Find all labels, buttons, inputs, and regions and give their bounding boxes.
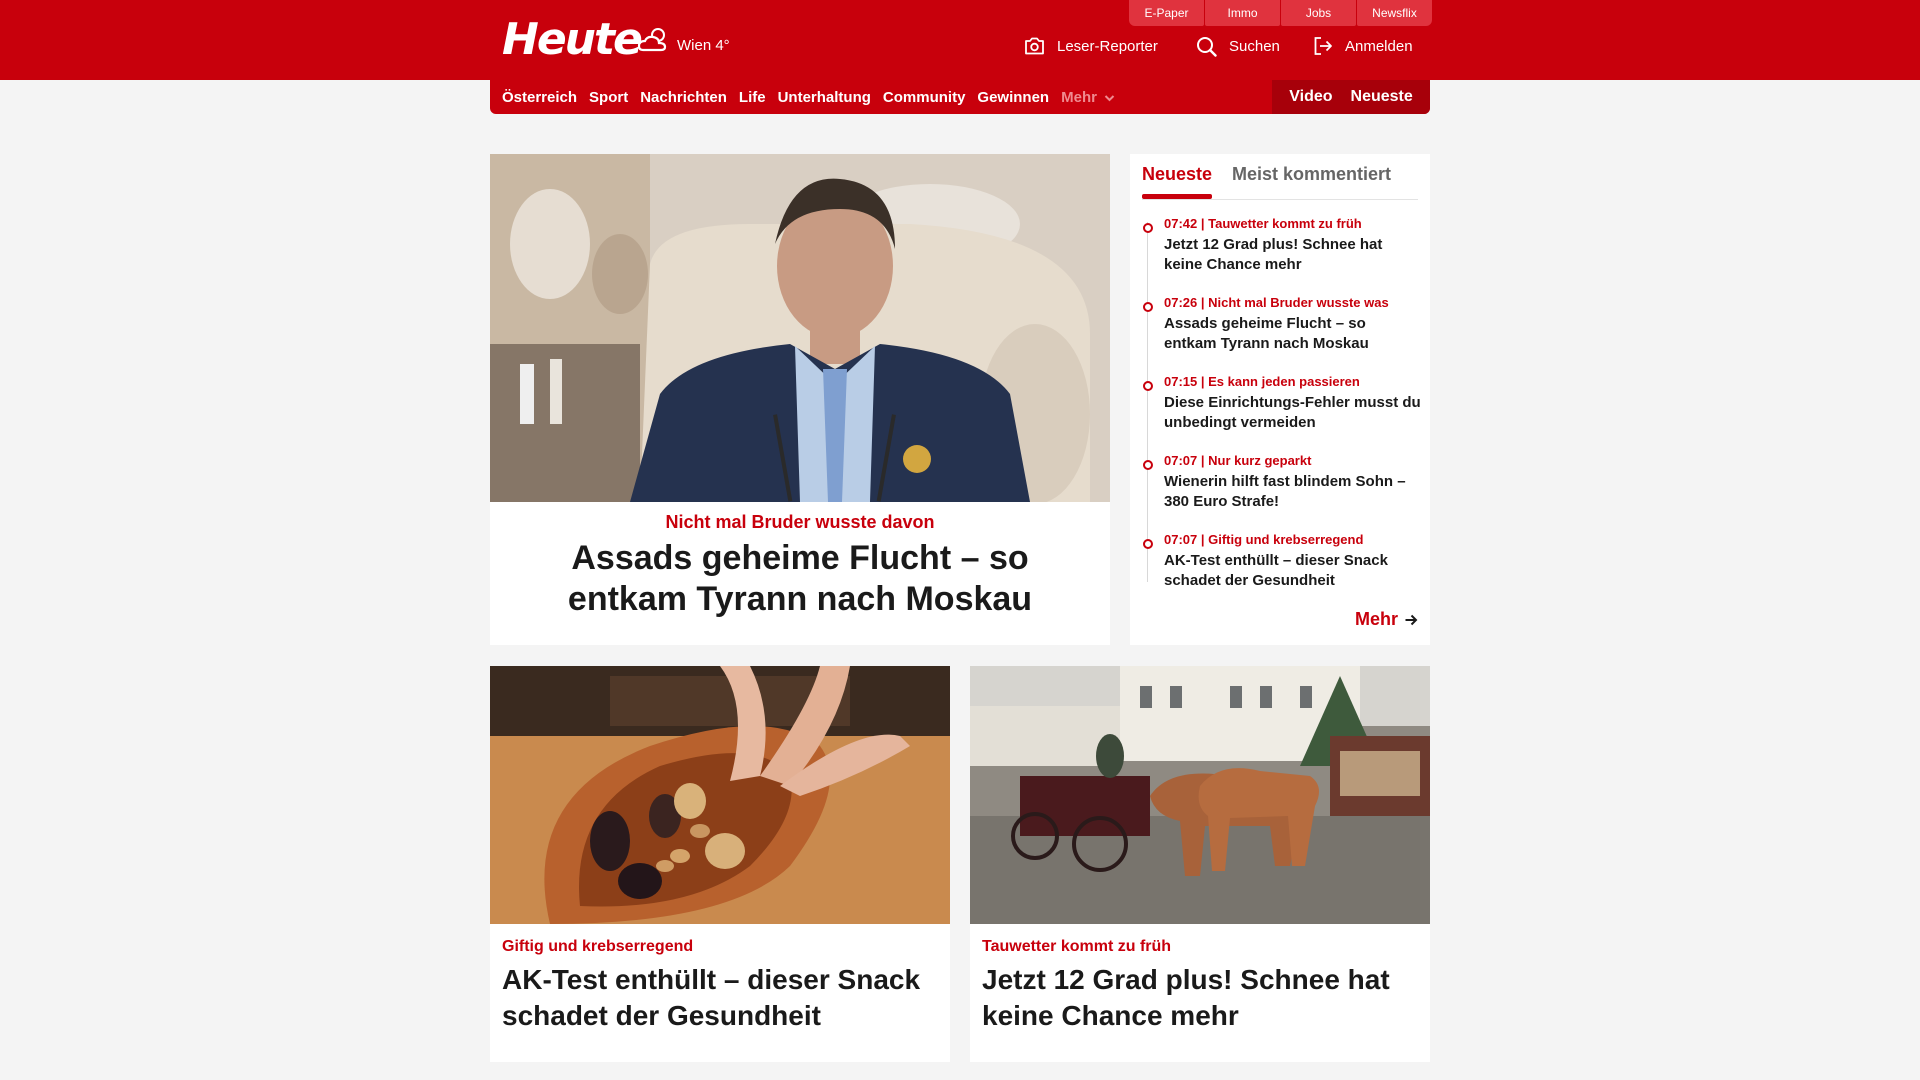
teaser-image-weather[interactable] <box>970 666 1430 924</box>
login-icon <box>1314 37 1332 55</box>
login-label: Anmelden <box>1345 37 1413 55</box>
weather-label[interactable]: Wien 4° <box>677 37 730 54</box>
news-item-title: AK-Test enthüllt – dieser Snack schadet … <box>1164 552 1388 589</box>
chevron-down-icon <box>1104 94 1115 101</box>
timeline-dot <box>1143 539 1153 549</box>
arrow-right-icon <box>1405 614 1418 625</box>
snack-photo-illustration <box>490 666 950 924</box>
nav-item-gewinnen[interactable]: Gewinnen <box>977 89 1049 106</box>
site-header: Heute Wien 4° E-Paper Immo Jobs Newsflix… <box>0 0 1920 80</box>
teaser-headline[interactable]: AK-Test enthüllt – dieser Snack schadet … <box>502 962 938 1034</box>
nav-highlight-box: Video Neueste <box>1272 80 1430 114</box>
service-bar: E-Paper Immo Jobs Newsflix <box>1129 0 1432 26</box>
login-link[interactable]: Anmelden <box>1313 34 1413 58</box>
timeline-dot <box>1143 223 1153 233</box>
hero-article[interactable]: Nicht mal Bruder wusste davon Assads geh… <box>490 154 1110 645</box>
tab-neueste[interactable]: Neueste <box>1142 164 1212 185</box>
nav-item-video[interactable]: Video <box>1289 88 1332 106</box>
search-link[interactable]: Suchen <box>1196 34 1280 58</box>
site-logo[interactable]: Heute <box>502 14 643 65</box>
teaser-kicker[interactable]: Tauwetter kommt zu früh <box>982 938 1171 956</box>
teaser-card-snack[interactable]: Giftig und krebserregend AK-Test enthüll… <box>490 666 950 1062</box>
nav-item-oesterreich[interactable]: Österreich <box>502 89 577 106</box>
hero-photo-illustration <box>490 154 1110 502</box>
sidebar-tabs: Neueste Meist kommentiert <box>1142 154 1418 200</box>
more-news-link[interactable]: Mehr <box>1355 609 1418 630</box>
timeline-dot <box>1143 302 1153 312</box>
timeline-line <box>1147 222 1148 582</box>
teaser-headline[interactable]: Jetzt 12 Grad plus! Schnee hat keine Cha… <box>982 962 1418 1034</box>
news-item-kicker: 07:07 | Nur kurz geparkt <box>1164 453 1312 468</box>
news-item-title: Wienerin hilft fast blindem Sohn – 380 E… <box>1164 473 1406 510</box>
news-item-title: Jetzt 12 Grad plus! Schnee hat keine Cha… <box>1164 236 1383 273</box>
nav-item-unterhaltung[interactable]: Unterhaltung <box>778 89 871 106</box>
timeline-dot <box>1143 460 1153 470</box>
search-icon <box>1197 36 1217 57</box>
weather-photo-illustration <box>970 666 1430 924</box>
more-news-label: Mehr <box>1354 609 1398 629</box>
timeline-dot <box>1143 381 1153 391</box>
nav-more-dropdown[interactable]: Mehr <box>1061 89 1115 106</box>
news-item-kicker: 07:07 | Giftig und krebserregend <box>1164 532 1364 547</box>
service-link-newsflix[interactable]: Newsflix <box>1357 0 1432 26</box>
nav-item-community[interactable]: Community <box>883 89 966 106</box>
news-item-kicker: 07:15 | Es kann jeden passieren <box>1164 374 1360 389</box>
hero-kicker[interactable]: Nicht mal Bruder wusste davon <box>490 512 1110 533</box>
news-item-kicker: 07:42 | Tauwetter kommt zu früh <box>1164 216 1362 231</box>
active-tab-indicator <box>1142 194 1212 199</box>
weather-cloud-sun-icon <box>637 28 667 52</box>
latest-news-sidebar: Neueste Meist kommentiert 07:42 | Tauwet… <box>1130 154 1430 645</box>
hero-image[interactable] <box>490 154 1110 502</box>
teaser-image-snack[interactable] <box>490 666 950 924</box>
search-label: Suchen <box>1229 37 1280 55</box>
service-link-immo[interactable]: Immo <box>1205 0 1280 26</box>
nav-item-neueste[interactable]: Neueste <box>1351 88 1413 106</box>
service-link-epaper[interactable]: E-Paper <box>1129 0 1204 26</box>
nav-item-nachrichten[interactable]: Nachrichten <box>640 89 727 106</box>
main-navigation: Österreich Sport Nachrichten Life Unterh… <box>490 80 1430 114</box>
leser-reporter-link[interactable]: Leser-Reporter <box>1024 34 1158 58</box>
camera-icon <box>1025 37 1044 55</box>
nav-more-label: Mehr <box>1061 88 1097 106</box>
teaser-card-weather[interactable]: Tauwetter kommt zu früh Jetzt 12 Grad pl… <box>970 666 1430 1062</box>
nav-item-sport[interactable]: Sport <box>589 89 628 106</box>
news-item-title: Assads geheime Flucht – so entkam Tyrann… <box>1164 315 1369 352</box>
nav-item-life[interactable]: Life <box>739 89 766 106</box>
leser-reporter-label: Leser-Reporter <box>1057 37 1158 55</box>
teaser-kicker[interactable]: Giftig und krebserregend <box>502 938 693 956</box>
tab-meist-kommentiert[interactable]: Meist kommentiert <box>1232 164 1391 185</box>
news-item-title: Diese Einrichtungs-Fehler musst du unbed… <box>1164 394 1421 431</box>
news-item-kicker: 07:26 | Nicht mal Bruder wusste was <box>1164 295 1389 310</box>
service-link-jobs[interactable]: Jobs <box>1281 0 1356 26</box>
hero-headline[interactable]: Assads geheime Flucht – so entkam Tyrann… <box>510 538 1090 620</box>
